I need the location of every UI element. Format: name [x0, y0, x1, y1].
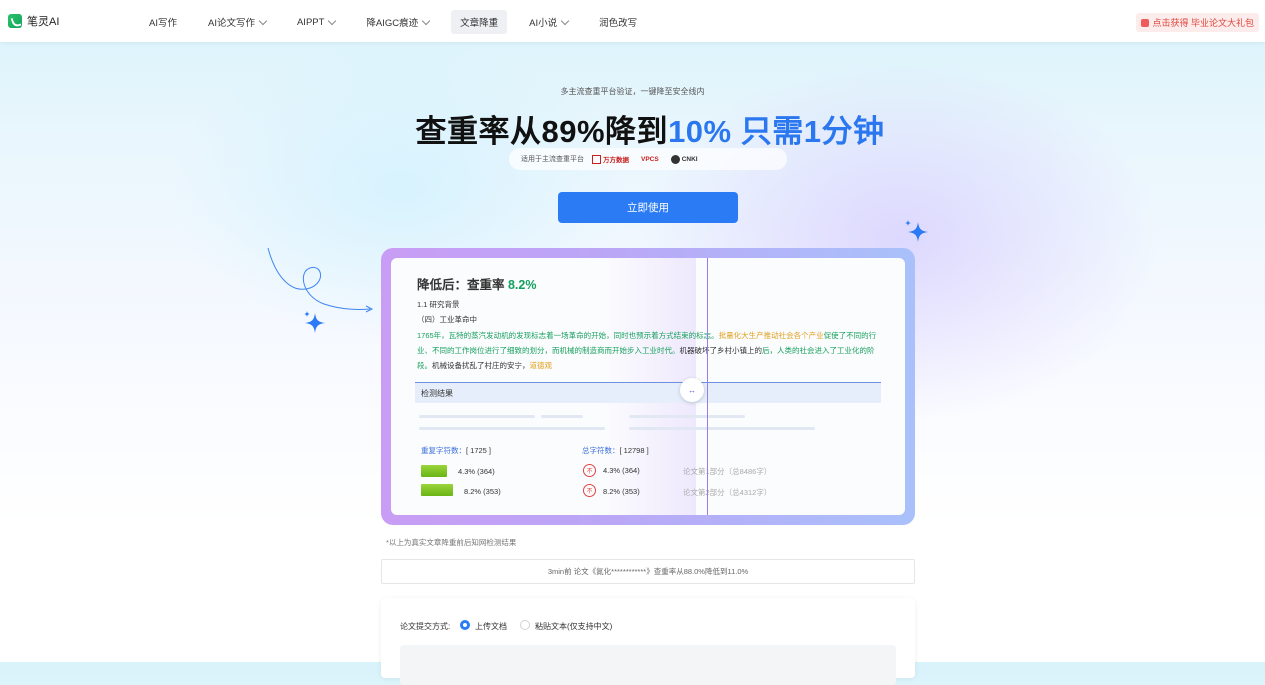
nav-item-ai-paper[interactable]: AI论文写作: [199, 10, 275, 34]
repeat-chars-stat: 重复字符数：[ 1725 ]: [421, 445, 491, 456]
top-navbar: 笔灵AI AI写作 AI论文写作 AIPPT 降AIGC痕迹 文章降重 AI小说…: [0, 0, 1265, 42]
row-part-label: 论文第2部分（总4312字）: [683, 488, 772, 497]
nav-item-label: AIPPT: [296, 16, 325, 28]
platform-name: 万方数据: [603, 157, 629, 164]
results-header: 检测结果: [415, 382, 881, 403]
curly-arrow-decoration: [267, 247, 374, 313]
sample-paragraph: 1765年，瓦特的蒸汽发动机的发现标志着一场革命的开始，同时也预示着方式结束的标…: [417, 328, 882, 373]
row-pct-right: 8.2% (353): [603, 487, 640, 496]
comparison-card-body: 降低后：查重率 8.2% 1.1 研究背景 （四）工业革命中 1765年，瓦特的…: [391, 258, 905, 515]
text-orange: 批量化大生产推动社会各个产业: [718, 331, 824, 340]
section-subheading: （四）工业革命中: [417, 315, 477, 324]
ban-icon: 不: [583, 464, 596, 477]
stat-value: [ 1725 ]: [466, 446, 492, 455]
chevron-down-icon: [258, 16, 268, 25]
logo[interactable]: 笔灵AI: [8, 13, 59, 29]
wanfang-logo-icon: [592, 154, 601, 164]
nav-item-label: 降AIGC痕迹: [366, 18, 419, 29]
nav-item-article-rewrite[interactable]: 文章降重: [451, 10, 508, 34]
upload-doc-radio[interactable]: [460, 620, 470, 630]
chevron-down-icon: [560, 16, 570, 25]
text-orange: 道德观: [529, 361, 553, 370]
row-pct-left: 8.2% (353): [464, 487, 501, 496]
platform-vpcs: VPCS: [641, 156, 659, 163]
comparison-card: 降低后：查重率 8.2% 1.1 研究背景 （四）工业革命中 1765年，瓦特的…: [381, 248, 915, 525]
headline-part-2: 10% 只需1分钟: [668, 114, 885, 149]
nav-item-label: AI论文写作: [207, 18, 255, 29]
stat-label: 重复字符数：: [421, 446, 466, 455]
live-ticker: 3min前 论文《氮化************》查重率从88.0%降低到11.0…: [381, 559, 915, 584]
platform-name: CNKI: [681, 155, 698, 163]
text-green: 1765年，瓦特的蒸汽发动机的发现标志着一场革命的开始，同时也预示着方式结束的标…: [417, 331, 719, 340]
skeleton-line: [419, 427, 605, 430]
chevron-down-icon: [328, 16, 337, 25]
platform-wanfang: 万方数据: [592, 154, 629, 164]
row-pct-left: 4.3% (364): [458, 467, 495, 476]
hero-headline: 查重率从89%降到10% 只需1分钟: [0, 106, 1265, 151]
paste-text-radio[interactable]: [520, 620, 530, 630]
nav-menu: AI写作 AI论文写作 AIPPT 降AIGC痕迹 文章降重 AI小说 润色改写: [140, 10, 659, 34]
platform-list: 适用于主流查重平台 万方数据 VPCS CNKI: [509, 148, 787, 170]
stat-value: [ 12798 ]: [619, 446, 649, 455]
logo-text: 笔灵AI: [27, 16, 60, 28]
submit-method-label: 论文提交方式:: [400, 622, 451, 631]
platforms-label: 适用于主流查重平台: [521, 156, 584, 163]
promo-banner[interactable]: 点击获得 毕业论文大礼包: [1136, 13, 1259, 32]
upload-doc-label[interactable]: 上传文档: [475, 621, 507, 632]
section-heading: 1.1 研究背景: [417, 300, 460, 309]
stat-label: 总字符数：: [582, 446, 620, 455]
nav-item-label: AI写作: [149, 18, 177, 29]
compare-divider: [707, 258, 708, 515]
nav-item-label: AI小说: [529, 18, 558, 29]
similarity-bar: [421, 465, 447, 477]
skeleton-line: [629, 415, 745, 418]
skeleton-line: [629, 427, 815, 430]
cnki-logo-icon: [670, 154, 680, 164]
nav-item-polish[interactable]: 润色改写: [590, 10, 646, 34]
similarity-bar: [421, 484, 453, 496]
text-plain: 机器破坏了乡村小镇上的: [679, 346, 763, 355]
sparkle-icon: [905, 220, 928, 242]
chevron-down-icon: [421, 16, 431, 25]
platform-cnki: CNKI: [670, 154, 698, 164]
hero-subtitle: 多主流查重平台验证，一键降至安全线内: [560, 87, 705, 96]
nav-item-ai-novel[interactable]: AI小说: [520, 10, 577, 34]
after-rate-value: 8.2%: [507, 278, 537, 292]
row-pct-right: 4.3% (364): [603, 466, 640, 475]
gift-icon: [1141, 18, 1150, 27]
row-part-label: 论文第1部分（总8486字）: [683, 467, 772, 476]
promo-text: 点击获得 毕业论文大礼包: [1152, 18, 1254, 28]
results-note: *以上为真实文章降重前后知网检测结果: [386, 538, 517, 547]
nav-item-label: 润色改写: [599, 18, 638, 29]
headline-part-1: 查重率从89%降到: [415, 114, 669, 149]
text-plain: 机械设备扰乱了村庄的安宁，: [432, 361, 530, 370]
use-now-button[interactable]: 立即使用: [558, 192, 738, 223]
paste-text-label[interactable]: 粘贴文本(仅支持中文): [535, 621, 612, 632]
nav-item-reduce-aigc[interactable]: 降AIGC痕迹: [357, 10, 438, 34]
total-chars-stat: 总字符数：[ 12798 ]: [582, 445, 649, 456]
results-label: 检测结果: [421, 388, 453, 398]
nav-item-label: 文章降重: [460, 18, 499, 29]
compare-slider-handle[interactable]: ↔: [680, 378, 704, 402]
nav-item-ai-writing[interactable]: AI写作: [140, 10, 186, 34]
skeleton-line: [541, 415, 583, 418]
submit-form: 论文提交方式: 上传文档 粘贴文本(仅支持中文): [381, 598, 915, 685]
nav-item-aippt[interactable]: AIPPT: [288, 10, 344, 34]
upload-area[interactable]: [400, 645, 896, 685]
title-prefix: 降低后：查重率: [417, 278, 508, 292]
skeleton-line: [419, 415, 535, 418]
logo-icon: [8, 14, 22, 28]
ban-icon: 不: [583, 484, 596, 497]
sparkle-icon: [304, 311, 325, 333]
after-rate-title: 降低后：查重率 8.2%: [417, 274, 536, 293]
platform-name: VPCS: [641, 155, 659, 163]
